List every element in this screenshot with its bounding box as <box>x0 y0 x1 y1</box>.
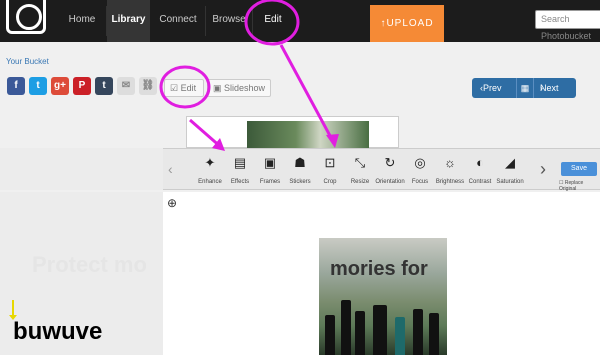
annotation-overlay <box>159 0 339 151</box>
highlight-circle-edit-button <box>159 65 211 109</box>
highlight-circle-edit-nav <box>244 0 300 46</box>
annotation-arrow <box>279 44 337 146</box>
annotation-arrowhead <box>326 134 339 148</box>
